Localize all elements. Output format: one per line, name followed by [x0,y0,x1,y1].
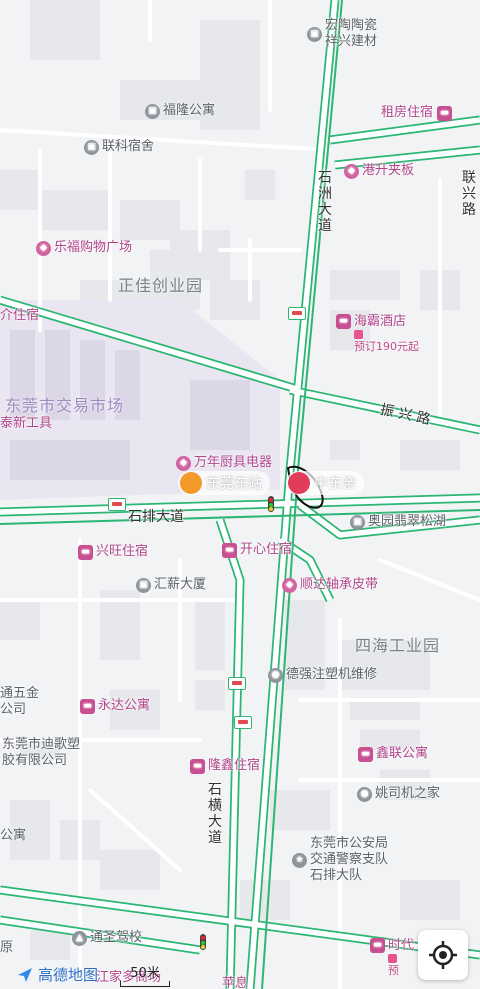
scale-bar: 50米 [120,962,170,987]
poi-huixin[interactable]: ▣ 汇薪大厦 [136,577,206,593]
train-icon [180,472,202,494]
poi-gongan[interactable]: ★ 东莞市公安局 交通警察支队 石排大队 [292,836,388,884]
poi-xingwang[interactable]: ▬ 兴旺住宿 [78,544,148,560]
building-icon: ▣ [136,577,151,593]
poi-yaosiji[interactable]: ● 姚司机之家 [357,786,440,802]
bag-icon: ◆ [176,455,191,471]
station-badge-left[interactable]: 东莞东站 [178,471,270,495]
building-icon: ▣ [145,103,160,119]
traffic-camera-icon [108,498,126,511]
poi-longxin[interactable]: ▬ 隆鑫住宿 [190,758,260,774]
poi-shidai[interactable]: ▬ 时代 预 [370,938,414,979]
bed-icon: ▬ [78,544,93,560]
poi-bottom-cut2[interactable]: 苹息 [222,976,248,989]
price-tag-icon [354,330,363,339]
poi-shunda[interactable]: ◆ 顺达轴承皮带 [282,577,378,593]
poi-hongtao[interactable]: ▣ 宏陶陶瓷 祥兴建材 [307,18,377,50]
locate-button[interactable] [418,930,468,980]
bag-icon: ◆ [344,163,359,179]
traffic-light-icon [268,496,274,512]
poi-gangsheng[interactable]: ◆ 港升夹板 [344,163,414,179]
building-icon: ▣ [350,514,365,530]
poi-jiexin[interactable]: 介住宿 [0,308,39,324]
poi-digesu[interactable]: 东莞市迪歌塑 胶有限公司 [2,737,80,769]
pin-icon: ● [357,786,372,802]
poi-fulong[interactable]: ▣ 福隆公寓 [145,103,215,119]
building-icon: ▣ [84,139,99,155]
star-icon: ★ [292,852,307,868]
bed-icon: ▬ [370,938,385,953]
bed-icon: ▬ [190,758,205,774]
station-badge-right[interactable]: 中东亲 [286,471,364,495]
bed-icon: ▬ [437,105,453,121]
poi-aoyuan[interactable]: ▣ 奥园翡翠松湖 [350,514,446,530]
traffic-camera-icon [228,677,246,690]
building-icon: ▣ [307,26,322,42]
poi-zufang[interactable]: 租房住宿 ▬ [381,105,455,121]
poi-xinlian[interactable]: ▬ 鑫联公寓 [358,746,428,762]
poi-yongda[interactable]: ▬ 永达公寓 [80,698,150,714]
bed-icon: ▬ [80,698,95,714]
poi-taixin[interactable]: 泰新工具 [0,416,52,432]
traffic-camera-icon [234,716,252,729]
poi-tongwu[interactable]: 通五金 公司 [0,686,39,718]
bed-icon: ▬ [222,542,237,558]
road-label-shiheng: 石横大道 [208,782,222,846]
traffic-camera-icon [288,307,306,320]
bed-icon: ▬ [336,314,351,329]
car-icon: ▲ [72,930,87,946]
road-label-lianxing: 联兴路 [462,170,476,218]
map-canvas[interactable]: 石洲大道 联兴路 振 兴 路 石排大道 石横大道 正佳创业园 四海工业园 东莞市… [0,0,480,989]
locate-icon [429,941,457,969]
bag-icon: ◆ [282,577,297,593]
poi-kaixin[interactable]: ▬ 开心住宿 [222,542,292,558]
area-label-zhengjia: 正佳创业园 [118,276,204,295]
poi-lefu[interactable]: ◆ 乐福购物广场 [36,240,132,256]
traffic-light-icon [200,934,206,950]
area-label-sihai: 四海工业园 [355,636,441,655]
poi-lianke[interactable]: ▣ 联科宿舍 [84,139,154,155]
navigation-arrow-icon [18,967,32,982]
price-tag-icon [388,954,397,963]
poi-gongyu[interactable]: 公寓 [0,828,26,844]
poi-wanqian[interactable]: ◆ 万年厨具电器 [176,455,272,471]
bag-icon: ◆ [36,240,51,256]
poi-tongsheng[interactable]: ▲ 通圣驾校 [72,930,142,946]
area-label-market: 东莞市交易市场 [5,396,125,415]
pin-icon: ● [268,667,283,683]
eye-icon [288,472,310,494]
road-label-shizhou: 石洲大道 [318,170,332,234]
road-label-shipai: 石排大道 [128,509,184,525]
bed-icon: ▬ [358,746,373,762]
poi-haiba[interactable]: ▬ 海霸酒店 预订190元起 [336,314,419,355]
amap-logo: 高德地图 [16,964,98,985]
poi-deqiang[interactable]: ● 德强注塑机维修 [268,667,377,683]
poi-yuan[interactable]: 原 [0,940,13,956]
